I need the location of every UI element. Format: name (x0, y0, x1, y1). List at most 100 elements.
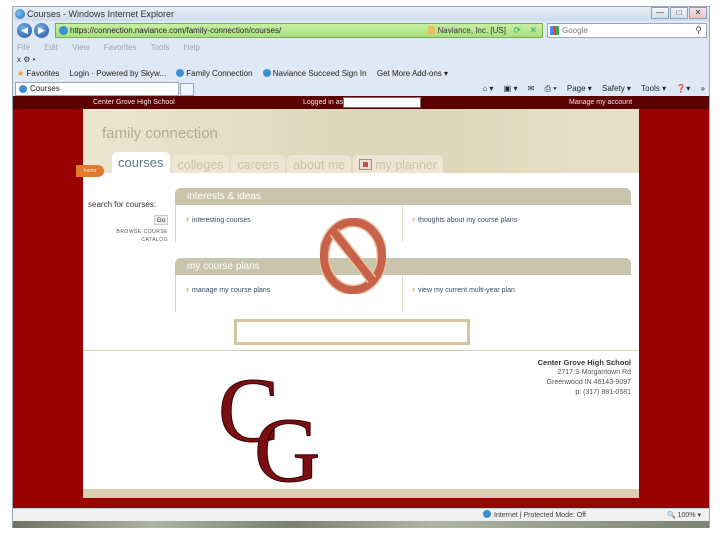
footer-phone: p: (317) 881-0581 (575, 389, 631, 396)
go-button[interactable]: Go (154, 215, 168, 225)
refresh-stop-icons[interactable]: ⟳ ✕ (513, 24, 540, 37)
main-content: family connection courses colleges caree… (76, 109, 639, 498)
menu-tools[interactable]: Tools (151, 43, 170, 52)
tab-about-me[interactable]: about me (287, 155, 352, 173)
menu-view[interactable]: View (72, 43, 89, 52)
view-multi-year-plan-link[interactable]: view my current multi-year plan (412, 284, 515, 294)
tab-my-planner[interactable]: my planner (353, 155, 444, 173)
address-row: ◀ ▶ https://connection.naviance.com/fami… (13, 22, 709, 40)
menu-help[interactable]: Help (184, 43, 200, 52)
help-button[interactable]: ❓▾ (676, 84, 690, 93)
logged-in-label: Logged in as (303, 99, 344, 106)
browser-tab-courses[interactable]: Courses (15, 82, 179, 96)
footer-street: 2717 S Morgantown Rd (557, 369, 631, 376)
address-url[interactable]: https://connection.naviance.com/family-c… (70, 26, 281, 35)
browse-course-link[interactable]: BROWSE COURSE (88, 229, 168, 235)
more-chevron[interactable]: » (701, 84, 705, 93)
new-tab-button[interactable] (180, 83, 194, 96)
web-page: Center Grove High School Logged in as Ma… (13, 96, 709, 508)
menu-favorites[interactable]: Favorites (104, 43, 137, 52)
panel-body: interesting courses thoughts about my co… (175, 205, 631, 242)
thoughts-course-plans-link[interactable]: thoughts about my course plans (412, 214, 517, 224)
footer-city: Greenwood IN 46143-9097 (546, 379, 631, 386)
favorite-login[interactable]: Login · Powered by Skyw... (70, 69, 167, 78)
browser-window: Courses - Windows Internet Explorer — □ … (12, 6, 710, 528)
favorites-label: Favorites (26, 69, 60, 78)
interesting-courses-link[interactable]: interesting courses (186, 214, 251, 224)
favorites-bar: ★ Favorites Login · Powered by Skyw... F… (13, 66, 709, 81)
home-tab[interactable]: home (76, 165, 104, 177)
site-header: family connection courses colleges caree… (83, 109, 639, 173)
panel-body: manage my course plans view my current m… (175, 275, 631, 312)
tab-careers[interactable]: careers (231, 155, 286, 173)
divider (402, 205, 403, 242)
menu-file[interactable]: File (17, 43, 30, 52)
footer-school-name: Center Grove High School (537, 358, 631, 367)
school-name: Center Grove High School (93, 99, 175, 106)
star-icon: ★ (17, 69, 25, 78)
footer-divider (83, 350, 639, 351)
toolbar-row[interactable]: x ⚙ • (13, 54, 709, 66)
back-button[interactable]: ◀ (17, 23, 32, 38)
title-bar: Courses - Windows Internet Explorer — □ … (13, 7, 709, 21)
minimize-button[interactable]: — (651, 7, 669, 19)
panel-interests-ideas: interests & ideas interesting courses th… (175, 188, 631, 242)
main-tabs: courses colleges careers about me my pla… (112, 152, 444, 173)
forward-button[interactable]: ▶ (34, 23, 49, 38)
search-placeholder[interactable]: Google (562, 26, 588, 35)
catalog-link[interactable]: CATALOG (88, 237, 168, 243)
mail-button[interactable]: ✉ (528, 84, 535, 93)
divider (402, 275, 403, 312)
manage-course-plans-link[interactable]: manage my course plans (186, 284, 270, 294)
security-certificate[interactable]: Naviance, Inc. [US] (428, 24, 506, 37)
safety-menu[interactable]: Safety ▾ (602, 84, 631, 93)
tab-favicon (19, 85, 27, 93)
tab-colleges[interactable]: colleges (171, 155, 230, 173)
logged-in-user (343, 97, 421, 108)
brand-title: family connection (102, 125, 218, 142)
planner-icon (359, 159, 373, 170)
search-courses-label: search for courses: (88, 200, 157, 209)
menu-bar: File Edit View Favorites Tools Help (13, 41, 709, 54)
favorite-naviance-signin[interactable]: Naviance Succeed Sign In (262, 69, 367, 78)
top-strip: Center Grove High School Logged in as Ma… (13, 96, 709, 109)
prohibited-icon (320, 218, 386, 294)
panel-title: interests & ideas (175, 188, 631, 205)
tab-courses[interactable]: courses (112, 152, 170, 173)
status-bar: Internet | Protected Mode: Off 🔍 100% ▾ (13, 508, 709, 521)
cg-logo: C G (218, 363, 321, 485)
tab-title: Courses (30, 84, 60, 93)
tools-menu[interactable]: Tools ▾ (641, 84, 666, 93)
window-title: Courses - Windows Internet Explorer (27, 9, 175, 19)
ie-logo-icon (15, 9, 25, 19)
globe-icon (176, 69, 185, 77)
favorites-button[interactable]: ★ Favorites (17, 69, 59, 78)
globe-icon (262, 69, 271, 77)
search-icon[interactable]: ⚲ (695, 24, 702, 37)
favorite-family-connection[interactable]: Family Connection (176, 69, 253, 78)
google-icon (550, 26, 559, 35)
internet-zone-icon (483, 510, 491, 518)
print-button[interactable]: ⎙ ▾ (545, 84, 557, 93)
feeds-button[interactable]: ▣ ▾ (504, 84, 518, 93)
menu-edit[interactable]: Edit (44, 43, 58, 52)
home-button[interactable]: ⌂ ▾ (482, 84, 493, 93)
search-box[interactable]: Google ⚲ (547, 23, 707, 38)
course-search-sidebar: search for courses: Go BROWSE COURSE CAT… (88, 200, 168, 243)
close-button[interactable]: ✕ (689, 7, 707, 19)
favorite-addons[interactable]: Get More Add-ons ▾ (377, 69, 448, 78)
manage-account-link[interactable]: Manage my account (569, 96, 632, 109)
panel-title: my course plans (175, 258, 631, 275)
maximize-button[interactable]: □ (670, 7, 688, 19)
taskbar (13, 521, 709, 528)
tab-row: Courses ⌂ ▾ ▣ ▾ ✉ ⎙ ▾ Page ▾ Safety ▾ To… (13, 81, 709, 96)
panel-my-course-plans: my course plans manage my course plans v… (175, 258, 631, 312)
blank-box (234, 319, 470, 345)
window-controls: — □ ✕ (651, 7, 707, 19)
page-menu[interactable]: Page ▾ (567, 84, 592, 93)
school-address: Center Grove High School 2717 S Morganto… (538, 358, 631, 398)
site-icon (59, 26, 68, 35)
svg-text:G: G (254, 399, 320, 485)
address-bar[interactable]: https://connection.naviance.com/family-c… (55, 23, 543, 38)
command-bar: ⌂ ▾ ▣ ▾ ✉ ⎙ ▾ Page ▾ Safety ▾ Tools ▾ ❓▾… (474, 81, 705, 96)
